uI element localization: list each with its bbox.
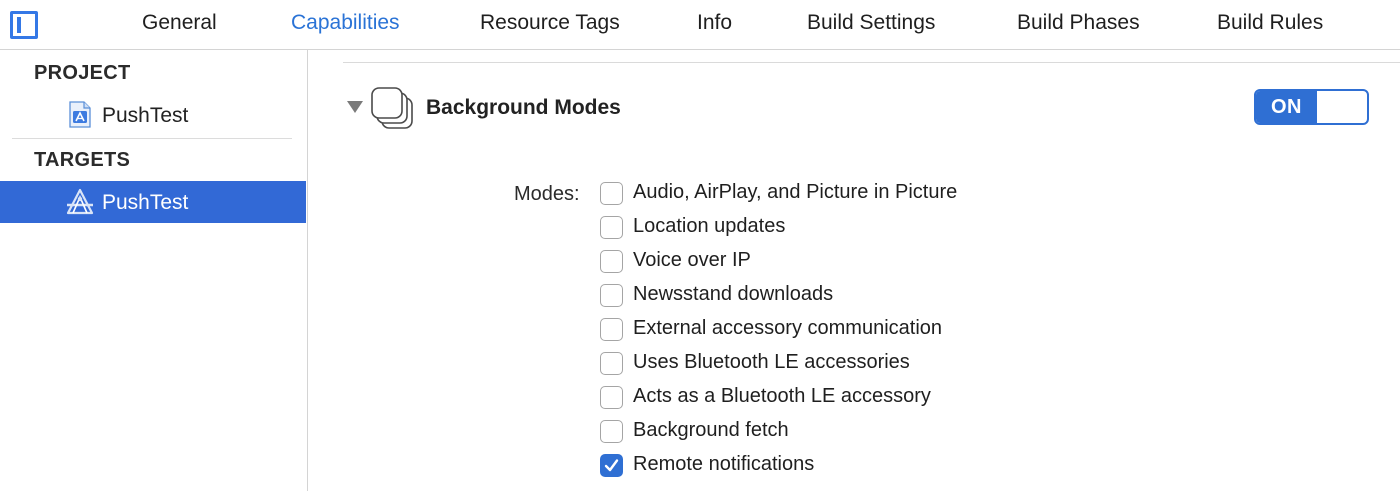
project-navigator-sidebar: PROJECT PushTest TARGETS PushTest	[0, 50, 308, 491]
capability-title: Background Modes	[426, 96, 621, 119]
divider	[343, 62, 1400, 63]
toggle-on-label: ON	[1256, 91, 1317, 123]
checkbox-checked[interactable]	[600, 454, 623, 477]
sidebar-divider	[12, 138, 292, 139]
capabilities-editor: Background Modes ON Modes: Audio, AirPla…	[309, 50, 1400, 491]
checkmark-icon	[604, 459, 619, 472]
tab-info[interactable]: Info	[697, 11, 732, 35]
checkbox[interactable]	[600, 182, 623, 205]
mode-checkbox-bluetooth-peripheral[interactable]: Acts as a Bluetooth LE accessory	[600, 385, 1200, 413]
tab-general[interactable]: General	[142, 11, 217, 35]
mode-checkbox-newsstand[interactable]: Newsstand downloads	[600, 283, 1200, 311]
checkbox[interactable]	[600, 386, 623, 409]
mode-label: Uses Bluetooth LE accessories	[633, 351, 910, 373]
tab-capabilities[interactable]: Capabilities	[291, 11, 400, 35]
mode-checkbox-location-updates[interactable]: Location updates	[600, 215, 1200, 243]
mode-checkbox-remote-notifications[interactable]: Remote notifications	[600, 453, 1200, 481]
tab-build-settings[interactable]: Build Settings	[807, 11, 935, 35]
mode-label: Background fetch	[633, 419, 789, 441]
sidebar-item-label: PushTest	[102, 191, 189, 214]
mode-checkbox-audio[interactable]: Audio, AirPlay, and Picture in Picture	[600, 181, 1200, 209]
sidebar-toggle-icon[interactable]	[10, 11, 38, 39]
mode-checkbox-voip[interactable]: Voice over IP	[600, 249, 1200, 277]
checkbox[interactable]	[600, 216, 623, 239]
checkbox[interactable]	[600, 284, 623, 307]
sidebar-item-target-pushtest[interactable]: PushTest	[0, 181, 306, 223]
tab-build-rules[interactable]: Build Rules	[1217, 11, 1323, 35]
mode-checkbox-background-fetch[interactable]: Background fetch	[600, 419, 1200, 447]
background-modes-toggle[interactable]: ON	[1254, 89, 1369, 125]
section-title-project: PROJECT	[34, 62, 131, 84]
checkbox[interactable]	[600, 250, 623, 273]
tab-build-phases[interactable]: Build Phases	[1017, 11, 1140, 35]
mode-label: Location updates	[633, 215, 786, 237]
checkbox[interactable]	[600, 420, 623, 443]
mode-checkbox-external-accessory[interactable]: External accessory communication	[600, 317, 1200, 345]
mode-label: Newsstand downloads	[633, 283, 834, 305]
mode-label: External accessory communication	[633, 317, 943, 339]
modes-label: Modes:	[514, 183, 580, 205]
tab-resource-tags[interactable]: Resource Tags	[480, 11, 620, 35]
disclosure-triangle-icon[interactable]	[347, 101, 363, 113]
mode-label: Audio, AirPlay, and Picture in Picture	[633, 181, 958, 203]
mode-label: Voice over IP	[633, 249, 751, 271]
checkbox[interactable]	[600, 318, 623, 341]
app-target-icon	[66, 188, 94, 215]
editor-tab-bar: General Capabilities Resource Tags Info …	[0, 0, 1400, 50]
xcode-project-icon	[69, 101, 91, 128]
mode-label: Remote notifications	[633, 453, 815, 475]
background-modes-icon	[371, 87, 413, 129]
sidebar-item-label: PushTest	[102, 104, 189, 127]
section-title-targets: TARGETS	[34, 149, 131, 171]
mode-label: Acts as a Bluetooth LE accessory	[633, 385, 931, 407]
checkbox[interactable]	[600, 352, 623, 375]
mode-checkbox-bluetooth-central[interactable]: Uses Bluetooth LE accessories	[600, 351, 1200, 379]
sidebar-item-project-pushtest[interactable]: PushTest	[0, 94, 306, 136]
